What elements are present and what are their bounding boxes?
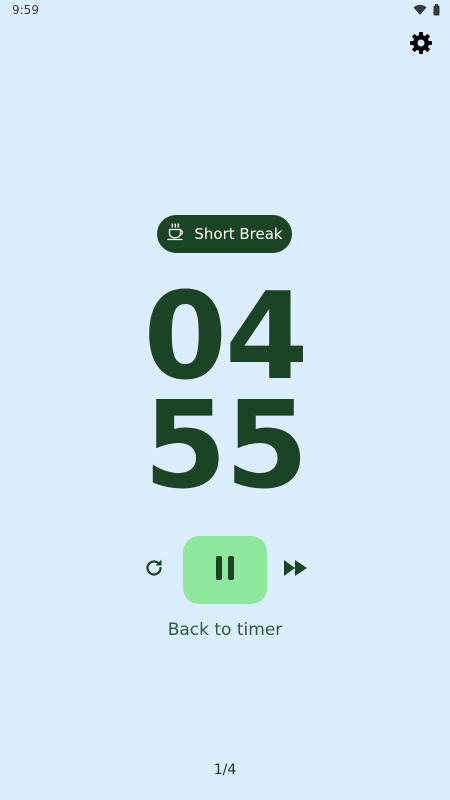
reset-button[interactable] — [139, 555, 169, 585]
status-icons — [413, 3, 440, 21]
mode-chip-label: Short Break — [194, 225, 283, 243]
wifi-icon — [413, 3, 427, 21]
refresh-icon — [142, 556, 166, 585]
pause-icon — [214, 555, 236, 586]
timer-controls — [0, 536, 450, 604]
coffee-cup-icon — [166, 222, 186, 247]
fast-forward-icon — [283, 558, 309, 583]
session-counter: 1/4 — [213, 762, 237, 778]
status-bar: 9:59 — [0, 0, 450, 22]
back-to-timer-link[interactable]: Back to timer — [0, 620, 450, 640]
gear-icon — [409, 31, 433, 60]
settings-button[interactable] — [406, 30, 436, 60]
pause-button[interactable] — [183, 536, 267, 604]
skip-button[interactable] — [281, 555, 311, 585]
battery-icon — [433, 3, 440, 21]
status-time: 9:59 — [12, 3, 39, 17]
timer-seconds: 55 — [143, 377, 309, 516]
mode-chip-short-break[interactable]: Short Break — [157, 215, 292, 253]
